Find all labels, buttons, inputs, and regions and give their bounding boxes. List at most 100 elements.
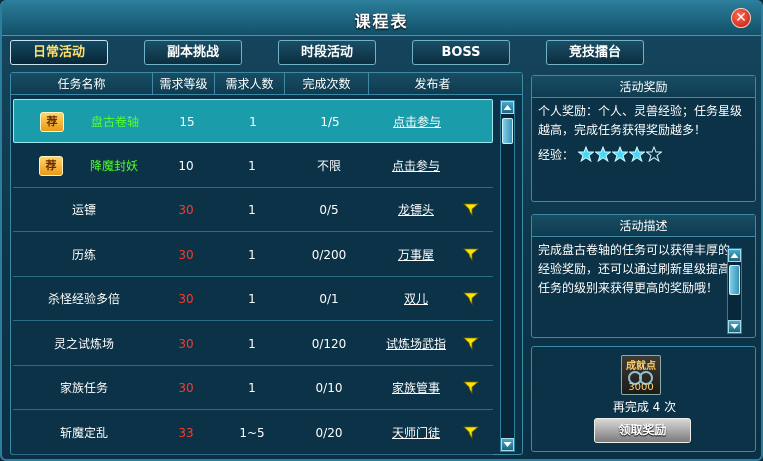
close-button[interactable]: ✕ xyxy=(731,8,751,28)
column-header-task-name: 任务名称 xyxy=(11,73,153,95)
cell-name: 历练 xyxy=(71,247,96,262)
cell-level: 33 xyxy=(178,425,194,440)
cell-people: 1~5 xyxy=(239,425,265,440)
cell-people: 1 xyxy=(249,115,257,129)
description-text: 完成盘古卷轴的任务可以获得丰厚的经验奖励，还可以通过刷新星级提高任务的级别来获得… xyxy=(538,243,731,295)
arrow-down-icon xyxy=(730,324,739,329)
tab-timed-activities[interactable]: 时段活动 xyxy=(278,40,376,65)
tab-boss[interactable]: BOSS xyxy=(412,40,510,65)
star-filled-icon xyxy=(577,146,594,162)
table-scrollbar[interactable] xyxy=(500,100,515,452)
cell-publisher: 双儿 xyxy=(371,277,461,321)
cell-name: 灵之试炼场 xyxy=(53,336,114,351)
column-header-completions: 完成次数 xyxy=(285,73,369,95)
window-title: 课程表 xyxy=(354,12,409,31)
flag-icon[interactable] xyxy=(463,203,479,217)
flag-icon[interactable] xyxy=(463,337,479,351)
schedule-window: 课程表 ✕ 日常活动 副本挑战 时段活动 BOSS 竞技擂台 任务名称 需求等级… xyxy=(0,0,763,461)
cell-people: 1 xyxy=(248,203,256,217)
scroll-thumb[interactable] xyxy=(502,118,513,144)
publisher-link[interactable]: 龙镖头 xyxy=(398,203,434,217)
cell-count: 0/20 xyxy=(315,425,343,440)
exp-label: 经验： xyxy=(538,148,575,162)
tab-arena[interactable]: 竞技擂台 xyxy=(546,40,644,65)
publisher-link[interactable]: 天师门徒 xyxy=(392,426,440,440)
tab-dungeon-challenge[interactable]: 副本挑战 xyxy=(144,40,242,65)
cell-people: 1 xyxy=(248,247,256,262)
star-filled-icon xyxy=(628,146,645,162)
flag-icon[interactable] xyxy=(463,381,479,395)
description-scrollbar[interactable] xyxy=(727,248,742,334)
cell-publisher: 龙镖头 xyxy=(371,188,461,232)
cell-people: 1 xyxy=(248,336,256,351)
exp-rating: 经验： xyxy=(532,144,755,169)
publisher-link[interactable]: 家族管事 xyxy=(392,381,440,395)
table-row[interactable]: 历练 30 1 0/200 万事屋 xyxy=(13,233,493,277)
flag-icon[interactable] xyxy=(463,248,479,262)
side-panel: 活动奖励 个人奖励：个人、灵兽经验；任务星级越高，完成任务获得奖励越多！ 经验：… xyxy=(531,72,756,455)
reward-panel: 活动奖励 个人奖励：个人、灵兽经验；任务星级越高，完成任务获得奖励越多！ 经验： xyxy=(531,75,756,202)
star-rating xyxy=(577,146,663,162)
claim-reward-button[interactable]: 领取奖励 xyxy=(594,418,691,443)
cell-level: 15 xyxy=(179,115,195,129)
cell-count: 1/5 xyxy=(320,115,340,129)
task-table: 任务名称 需求等级 需求人数 完成次数 发布者 荐盘古卷轴 15 1 1/5 点击参与荐… xyxy=(10,72,523,455)
task-rows: 荐盘古卷轴 15 1 1/5 点击参与荐降魔封妖 10 1 不限 点击参与 运镖 30 1 0/5 龙镖头… xyxy=(11,96,496,455)
column-header-people: 需求人数 xyxy=(215,73,285,95)
scroll-up-button[interactable] xyxy=(501,101,514,114)
cell-people: 1 xyxy=(248,381,256,395)
star-filled-icon xyxy=(611,146,628,162)
table-row[interactable]: 灵之试炼场 30 1 0/120 试炼场武指 xyxy=(13,322,493,366)
cell-level: 10 xyxy=(178,158,194,173)
flag-icon[interactable] xyxy=(463,426,479,440)
publisher-link[interactable]: 点击参与 xyxy=(392,159,440,173)
cell-count: 0/120 xyxy=(311,336,347,351)
cell-level: 30 xyxy=(178,292,194,306)
publisher-link[interactable]: 点击参与 xyxy=(393,115,441,129)
cell-level: 30 xyxy=(178,247,194,262)
cell-publisher: 点击参与 xyxy=(372,100,462,144)
reward-title: 活动奖励 xyxy=(532,76,755,98)
table-row[interactable]: 斩魔定乱 33 1~5 0/20 天师门徒 xyxy=(13,411,493,455)
cell-name: 杀怪经验多倍 xyxy=(47,292,120,306)
cell-people: 1 xyxy=(248,158,256,173)
cell-level: 30 xyxy=(178,203,194,217)
publisher-link[interactable]: 试炼场武指 xyxy=(386,337,446,351)
desc-scroll-down-button[interactable] xyxy=(728,320,741,333)
arrow-down-icon xyxy=(503,442,512,447)
description-title: 活动描述 xyxy=(532,215,755,237)
cell-publisher: 万事屋 xyxy=(371,233,461,277)
cell-name: 家族任务 xyxy=(59,381,108,395)
publisher-link[interactable]: 双儿 xyxy=(404,292,428,306)
publisher-link[interactable]: 万事屋 xyxy=(398,248,434,262)
achievement-icon: 成就点 3000 xyxy=(621,355,661,395)
table-row[interactable]: 运镖 30 1 0/5 龙镖头 xyxy=(13,188,493,232)
table-row[interactable]: 荐降魔封妖 10 1 不限 点击参与 xyxy=(13,144,493,188)
tab-daily-activities[interactable]: 日常活动 xyxy=(10,40,108,65)
arrow-up-icon xyxy=(503,105,512,110)
cell-publisher: 点击参与 xyxy=(371,144,461,188)
desc-scroll-thumb[interactable] xyxy=(729,265,740,295)
flag-icon[interactable] xyxy=(463,292,479,306)
star-filled-icon xyxy=(594,146,611,162)
column-header-level: 需求等级 xyxy=(153,73,215,95)
cell-count: 0/10 xyxy=(315,381,343,395)
remaining-count: 再完成 4 次 xyxy=(612,400,677,414)
title-bar[interactable]: 课程表 ✕ xyxy=(2,2,761,36)
cell-publisher: 天师门徒 xyxy=(371,411,461,455)
cell-level: 30 xyxy=(178,336,194,351)
achievement-points: 3000 xyxy=(628,382,654,393)
desc-scroll-up-button[interactable] xyxy=(728,249,741,262)
column-header-publisher: 发布者 xyxy=(414,77,451,91)
table-row[interactable]: 家族任务 30 1 0/10 家族管事 xyxy=(13,366,493,410)
cell-people: 1 xyxy=(248,292,256,306)
cell-count: 0/1 xyxy=(319,292,339,306)
cell-name: 斩魔定乱 xyxy=(59,425,108,440)
table-row[interactable]: 荐盘古卷轴 15 1 1/5 点击参与 xyxy=(13,99,493,143)
scroll-down-button[interactable] xyxy=(501,438,514,451)
table-row[interactable]: 杀怪经验多倍 30 1 0/1 双儿 xyxy=(13,277,493,321)
cell-count: 不限 xyxy=(316,158,341,173)
cell-count: 0/5 xyxy=(319,203,339,217)
cell-count: 0/200 xyxy=(311,247,347,262)
description-panel: 活动描述 完成盘古卷轴的任务可以获得丰厚的经验奖励，还可以通过刷新星级提高任务的… xyxy=(531,214,756,338)
